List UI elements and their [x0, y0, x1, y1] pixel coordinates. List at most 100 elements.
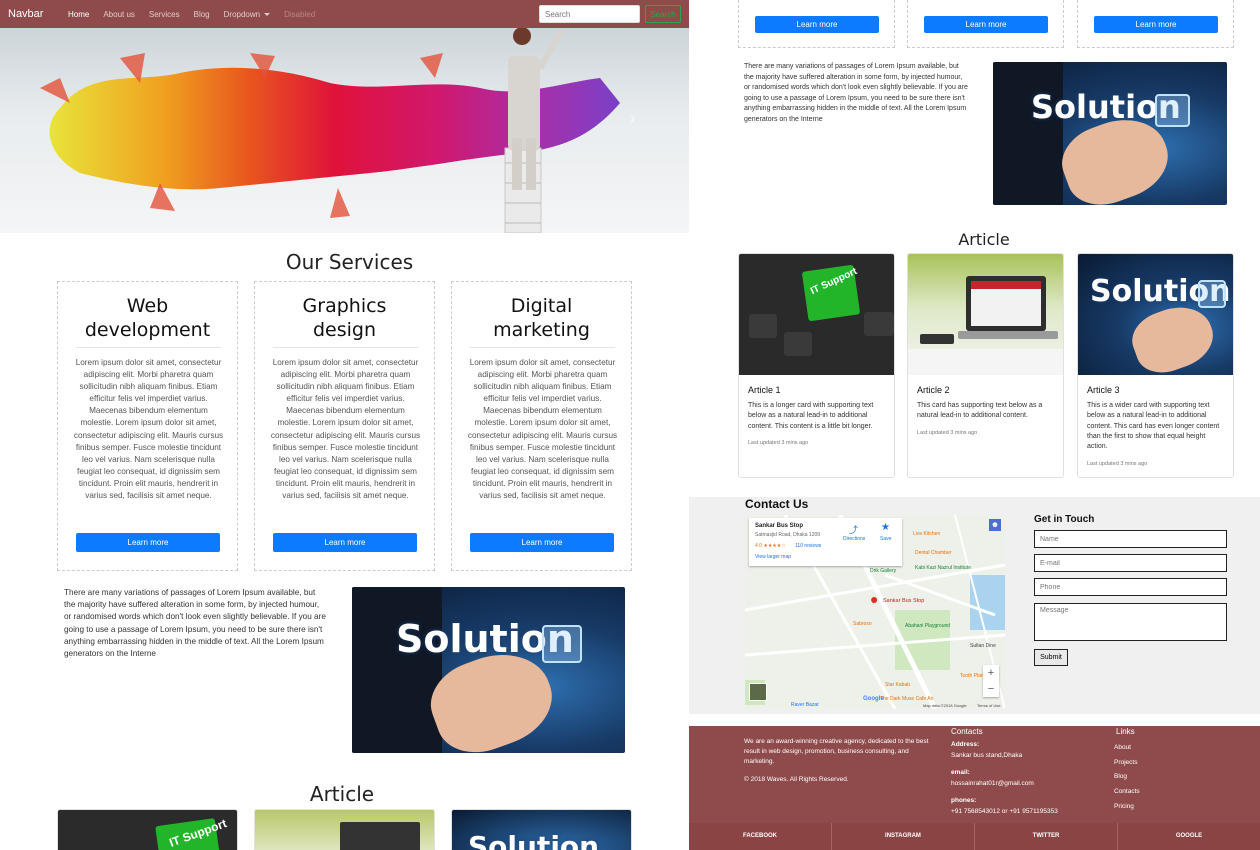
article-title: Article 2: [917, 385, 950, 395]
service-title-line1: Digital: [510, 295, 573, 317]
service-card: Learn more: [738, 0, 895, 48]
caret-down-icon: [264, 12, 271, 16]
about-text: There are many variations of passages of…: [64, 588, 326, 659]
service-title-line1: Graphics: [302, 295, 387, 317]
map-poi: Dental Chamber: [915, 550, 952, 556]
image-detail: [971, 281, 1041, 289]
footer-email-value[interactable]: hossainrahat01r@gmail.com: [951, 779, 1034, 789]
nav-disabled: Disabled: [284, 9, 316, 19]
directions-label[interactable]: Directions: [843, 536, 865, 542]
save-star-icon[interactable]: ★: [881, 522, 890, 533]
google-logo: Google: [863, 696, 884, 702]
article-image: Solution: [1078, 254, 1233, 375]
satellite-toggle[interactable]: [749, 683, 767, 701]
map-zoom-controls: + −: [983, 665, 999, 697]
article-title: Article 3: [1087, 385, 1120, 395]
image-detail: [908, 349, 1063, 375]
form-title: Get in Touch: [1034, 514, 1095, 525]
nav-home[interactable]: Home: [68, 10, 89, 19]
article-updated: Last updated 3 mins ago: [917, 430, 978, 436]
article-card: [254, 809, 435, 850]
solution-image: Solution: [993, 62, 1227, 205]
instagram-link[interactable]: INSTAGRAM: [832, 823, 975, 850]
nav-dropdown-label: Dropdown: [223, 9, 261, 19]
service-card: Web development Lorem ipsum dolor sit ame…: [57, 281, 238, 571]
view-larger-map-link[interactable]: View larger map: [755, 554, 791, 560]
map-info-card: Sankar Bus Stop Satmasjid Road, Dhaka 12…: [749, 518, 902, 566]
directions-icon[interactable]: ⤴: [849, 523, 858, 536]
service-card: Graphics design Lorem ipsum dolor sit ame…: [254, 281, 435, 571]
phone-field[interactable]: [1034, 578, 1227, 596]
message-field[interactable]: [1034, 603, 1227, 641]
submit-button[interactable]: Submit: [1034, 649, 1068, 666]
google-link[interactable]: GOOGLE: [1118, 823, 1260, 850]
footer-link-contacts[interactable]: Contacts: [1114, 787, 1140, 797]
map-pin-icon[interactable]: ●: [870, 591, 878, 607]
map-place-name: Sankar Bus Stop: [755, 523, 804, 529]
name-field[interactable]: [1034, 530, 1227, 548]
solution-image: Solution: [352, 587, 625, 753]
nav-services[interactable]: Services: [149, 10, 180, 19]
map-pin-label: Sankar Bus Stop: [883, 598, 925, 604]
service-text: Lorem ipsum dolor sit amet, consectetur …: [270, 358, 421, 501]
service-card: Learn more: [907, 0, 1064, 48]
map-rating: 4.0 ★★★★☆: [755, 543, 786, 549]
page-left: Navbar Home About us Services Blog Dropd…: [0, 0, 689, 850]
image-detail: [352, 587, 442, 753]
image-detail: [542, 625, 582, 663]
map-terms-link[interactable]: Terms of Use: [977, 703, 1001, 708]
person-icon[interactable]: ☻: [989, 519, 1001, 531]
email-field[interactable]: [1034, 554, 1227, 572]
image-detail: [920, 334, 954, 344]
learn-more-button[interactable]: Learn more: [470, 533, 614, 552]
footer-copyright: © 2018 Waves. All Rights Reserved.: [744, 776, 849, 783]
nav-dropdown[interactable]: Dropdown: [223, 9, 271, 19]
footer: We are an award-winning creative agency,…: [689, 726, 1260, 850]
article-card: Solution: [451, 809, 632, 850]
nav-about[interactable]: About us: [103, 10, 135, 19]
image-detail: [958, 331, 1058, 339]
map-reviews-link[interactable]: 110 reviews: [795, 543, 821, 549]
navbar-brand[interactable]: Navbar: [8, 8, 60, 20]
navbar: Navbar Home About us Services Blog Dropd…: [0, 0, 689, 28]
service-card: Digital marketing Lorem ipsum dolor sit a…: [451, 281, 632, 571]
search-input[interactable]: [539, 5, 640, 23]
article-text: This is a wider card with supporting tex…: [1087, 402, 1220, 451]
footer-address-value: Sankar bus stand,Dhaka: [951, 752, 1023, 759]
learn-more-button[interactable]: Learn more: [755, 16, 879, 33]
footer-link-projects[interactable]: Projects: [1114, 758, 1137, 768]
map-poi: Kabi Kazi Nazrul Institute: [915, 565, 971, 571]
carousel-next-icon[interactable]: ›: [630, 110, 635, 128]
paint-splash-image: [40, 28, 621, 233]
save-label[interactable]: Save: [880, 536, 891, 542]
facebook-link[interactable]: FACEBOOK: [689, 823, 832, 850]
map-rating-value: 4.0: [755, 543, 762, 549]
image-detail: [340, 822, 420, 850]
zoom-out-button[interactable]: −: [983, 681, 999, 697]
image-detail: [993, 62, 1063, 205]
twitter-link[interactable]: TWITTER: [975, 823, 1118, 850]
footer-link-blog[interactable]: Blog: [1114, 772, 1127, 782]
footer-link-pricing[interactable]: Pricing: [1114, 802, 1134, 812]
articles-title: Article: [309, 782, 375, 806]
footer-email-label: email:: [951, 769, 970, 776]
image-detail: [1198, 280, 1226, 308]
google-map[interactable]: Sankar Bus Stop Satmasjid Road, Dhaka 12…: [745, 515, 1005, 709]
search-button[interactable]: Search: [645, 5, 681, 23]
service-title: Web development: [58, 294, 237, 342]
learn-more-button[interactable]: Learn more: [924, 16, 1048, 33]
article-image: [908, 254, 1063, 375]
contact-title: Contact Us: [745, 497, 809, 511]
service-title: Graphics design: [255, 294, 434, 342]
learn-more-button[interactable]: Learn more: [1094, 16, 1218, 33]
nav-blog[interactable]: Blog: [194, 10, 210, 19]
articles-title: Article: [958, 230, 1010, 249]
article-card: IT Support Article 1 This is a longer ca…: [738, 253, 895, 478]
map-poi: Live Kitchen: [913, 531, 941, 537]
learn-more-button[interactable]: Learn more: [273, 533, 417, 552]
footer-link-about[interactable]: About: [1114, 743, 1131, 753]
article-card: Article 2 This card has supporting text …: [907, 253, 1064, 478]
zoom-in-button[interactable]: +: [983, 665, 999, 681]
learn-more-button[interactable]: Learn more: [76, 533, 220, 552]
stars-icon: ★★★★☆: [763, 543, 786, 549]
